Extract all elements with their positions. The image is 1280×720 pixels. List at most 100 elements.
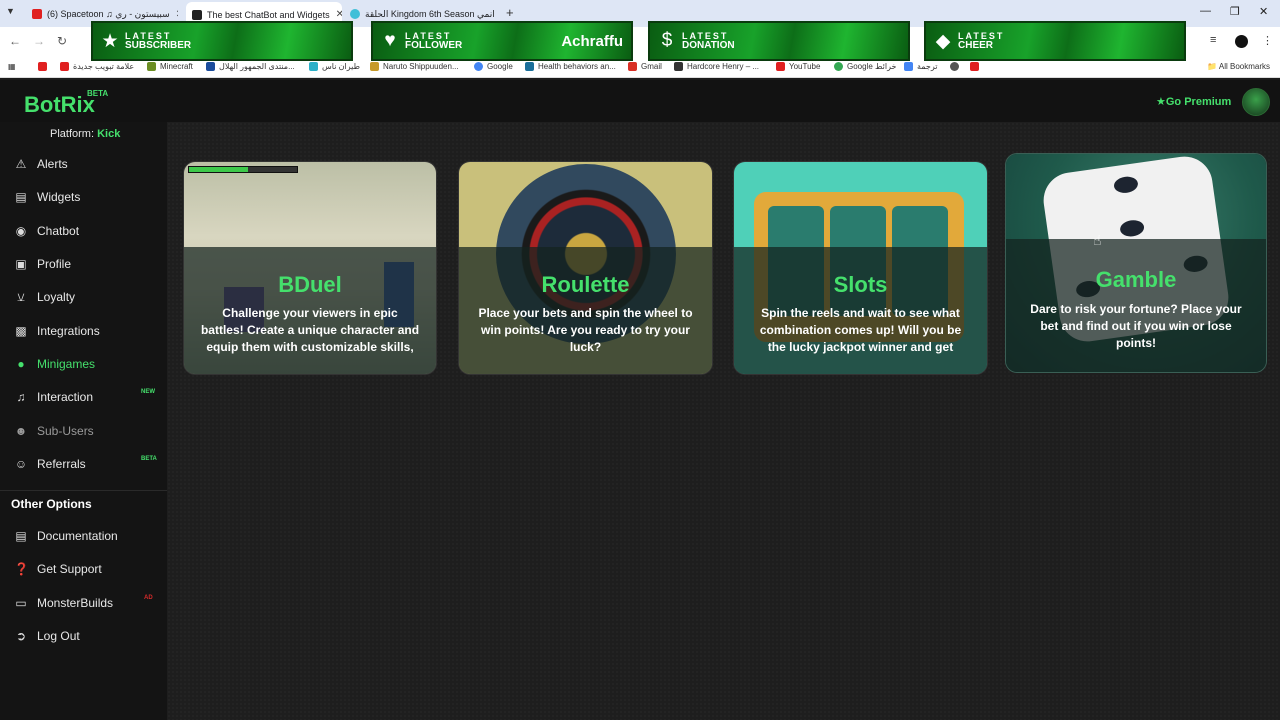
close-icon[interactable]: ✕ [330,9,342,20]
card-title: Roulette [541,272,630,297]
minigame-card-slots[interactable]: Slots Spin the reels and wait to see wha… [733,161,988,375]
bookmark-label: Naruto Shippuuden... [383,62,459,71]
sidebar-item-label: Integrations [37,324,100,338]
bookmark-label: Hardcore Henry – ... [687,62,760,71]
translate-icon [904,62,913,71]
close-icon[interactable]: ✕ [170,9,178,20]
sidebar-item-integrations[interactable]: ▩ Integrations [14,321,100,341]
bookmark-item[interactable]: طيران ناس [309,62,360,71]
tab-search-icon[interactable]: ▼ [6,6,15,16]
bookmark-item[interactable] [970,62,983,71]
music-icon: ♫ [16,390,26,404]
sidebar-item-label: Log Out [37,629,80,643]
gamepad-icon: ● [17,357,25,371]
banner-label: SUBSCRIBER [125,40,192,51]
media-controls-icon[interactable]: ≡ [1210,34,1216,46]
bookmark-item[interactable]: Google خرائط [834,62,896,71]
bookmark-label: منتدى الجمهور الهلال... [219,62,295,71]
bookmark-item[interactable]: Health behaviors an... [525,62,616,71]
trophy-icon: ⚺ [17,289,25,304]
bookmark-label: علامة تبويب جديدة [73,62,135,71]
sidebar-item-widgets[interactable]: ▤ Widgets [14,187,80,207]
bookmark-item[interactable]: Google [474,62,513,71]
reload-icon[interactable]: ↻ [57,34,67,48]
menu-kebab-icon[interactable]: ⋮ [1262,34,1273,47]
ad-badge: AD [144,595,153,601]
app-header [0,80,1280,122]
all-bookmarks-label: All Bookmarks [1218,62,1270,71]
user-friends-icon: ☺ [14,457,28,471]
bookmark-item[interactable]: Naruto Shippuuden... [370,62,459,71]
bookmark-item[interactable]: Hardcore Henry – ... [674,62,759,71]
card-title: Slots [833,272,888,297]
bookmark-item[interactable]: منتدى الجمهور الهلال... [206,62,295,71]
sidebar-item-alerts[interactable]: ⚠ Alerts [14,154,68,174]
sidebar-item-chatbot[interactable]: ◉ Chatbot [14,221,79,241]
bookmark-label: ترجمة [917,62,938,71]
dice-pip [1112,175,1139,195]
sidebar-item-label: Chatbot [37,224,80,238]
profile-avatar[interactable] [1235,35,1248,48]
minimize-icon[interactable]: — [1200,5,1211,17]
globe-icon [60,62,69,71]
sidebar-item-label: Loyalty [37,290,76,304]
bookmark-item[interactable]: علامة تبويب جديدة [60,62,134,71]
sidebar-item-label: Alerts [37,157,68,171]
user-avatar[interactable] [1242,88,1270,116]
platform-label: Platform: [50,128,95,140]
card-description: Dare to risk your fortune? Place your be… [1030,302,1242,350]
platform-indicator: Platform: Kick [50,128,120,140]
airline-icon [309,62,318,71]
bookmark-label: Gmail [641,62,662,71]
bookmark-label: YouTube [789,62,821,71]
sidebar-item-interaction[interactable]: ♫ Interaction [14,387,94,407]
banner-label: CHEER [958,40,994,51]
star-icon: ★ [1156,96,1166,108]
sidebar-item-log-out[interactable]: ➲ Log Out [14,626,80,646]
bookmark-item[interactable] [950,62,963,71]
minigame-card-gamble[interactable]: Gamble Dare to risk your fortune? Place … [1005,153,1267,373]
minigame-card-bduel[interactable]: BDuel Challenge your viewers in epic bat… [183,161,437,375]
sidebar-item-referrals[interactable]: ☺ Referrals [14,454,86,474]
bookmark-item[interactable]: Minecraft [147,62,193,71]
bookmark-item[interactable]: Gmail [628,62,662,71]
sidebar-item-label: Interaction [37,390,94,404]
go-premium-link[interactable]: ★Go Premium [1156,95,1231,108]
new-tab-icon[interactable]: + [506,5,514,20]
close-icon[interactable]: ✕ [495,9,496,20]
sidebar-item-loyalty[interactable]: ⚺ Loyalty [14,287,75,307]
health-bar [188,166,298,173]
window-close-icon[interactable]: ✕ [1259,5,1268,18]
dice-pip [1119,218,1146,238]
latest-subscriber-banner: ★ LATEST SUBSCRIBER [91,21,353,61]
go-premium-label: Go Premium [1165,96,1232,108]
bookmark-item[interactable] [38,62,51,71]
all-bookmarks-button[interactable]: 📁 All Bookmarks [1207,62,1270,71]
sidebar-item-profile[interactable]: ▣ Profile [14,254,71,274]
logout-icon: ➲ [15,629,27,643]
integrations-icon: ▩ [15,324,27,338]
health-bar-fill [189,167,249,172]
card-description: Place your bets and spin the wheel to wi… [478,306,693,354]
sidebar-item-documentation[interactable]: ▤ Documentation [14,526,118,546]
botrix-logo[interactable]: BotRix [24,92,95,118]
sidebar-item-get-support[interactable]: ❓ Get Support [14,559,102,579]
sidebar-item-minigames[interactable]: ● Minigames [14,354,95,374]
movie-icon [674,62,683,71]
apps-grid-icon[interactable]: ▦ [8,62,16,71]
platform-value: Kick [97,128,121,140]
bookmark-item[interactable]: ترجمة [904,62,938,71]
sidebar-item-sub-users[interactable]: ☻ Sub-Users [14,421,94,441]
new-badge: NEW [141,389,155,395]
laptop-icon: ▭ [15,596,27,610]
sidebar-item-label: Sub-Users [37,424,94,438]
sidebar-item-monsterbuilds[interactable]: ▭ MonsterBuilds [14,593,113,613]
back-icon[interactable]: ← [9,34,21,48]
latest-follower-banner: ♥ LATEST FOLLOWER Achraffu [371,21,633,61]
bookmark-item[interactable]: YouTube [776,62,820,71]
minigame-card-roulette[interactable]: Roulette Place your bets and spin the wh… [458,161,713,375]
sidebar-item-label: Documentation [37,529,118,543]
forward-icon[interactable]: → [33,34,45,48]
heart-icon: ♥ [384,30,396,51]
maximize-icon[interactable]: ❐ [1230,5,1240,18]
